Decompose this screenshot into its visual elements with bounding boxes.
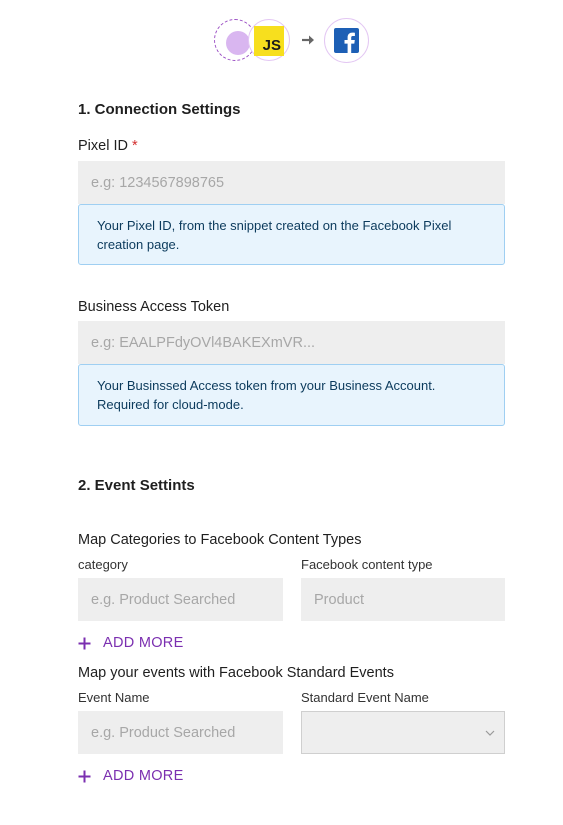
js-badge: JS xyxy=(254,26,284,56)
access-token-help: Your Businssed Access token from your Bu… xyxy=(78,364,505,426)
standard-event-column-label: Standard Event Name xyxy=(301,690,429,705)
plus-icon xyxy=(78,770,91,782)
facebook-icon xyxy=(334,28,359,53)
chevron-down-icon xyxy=(485,730,495,736)
event-name-input[interactable] xyxy=(78,711,283,754)
add-more-label: ADD MORE xyxy=(103,768,184,784)
category-input[interactable] xyxy=(78,578,283,621)
content-type-input[interactable] xyxy=(301,578,505,621)
category-column-label: category xyxy=(78,557,128,572)
event-map-heading: Map your events with Facebook Standard E… xyxy=(78,665,394,681)
event-settings-title: 2. Event Settints xyxy=(78,477,195,494)
event-name-column-label: Event Name xyxy=(78,690,150,705)
add-more-events-button[interactable]: ADD MORE xyxy=(78,768,184,784)
access-token-label: Business Access Token xyxy=(78,299,230,315)
pixel-id-label-text: Pixel ID xyxy=(78,138,128,154)
content-type-column-label: Facebook content type xyxy=(301,557,433,572)
pixel-id-help: Your Pixel ID, from the snippet created … xyxy=(78,204,505,265)
required-mark: * xyxy=(131,138,138,154)
pixel-id-input[interactable] xyxy=(78,161,505,204)
standard-event-select[interactable] xyxy=(301,711,505,754)
arrow-right-icon xyxy=(302,35,314,45)
add-more-categories-button[interactable]: ADD MORE xyxy=(78,635,184,651)
integration-header: JS xyxy=(212,18,372,66)
javascript-logo: JS xyxy=(248,19,290,61)
facebook-logo xyxy=(324,18,369,63)
access-token-input[interactable] xyxy=(78,321,505,364)
source-dot xyxy=(226,31,250,55)
plus-icon xyxy=(78,637,91,649)
add-more-label: ADD MORE xyxy=(103,635,184,651)
connection-settings-title: 1. Connection Settings xyxy=(78,101,241,118)
pixel-id-label: Pixel ID * xyxy=(78,138,138,154)
category-map-heading: Map Categories to Facebook Content Types xyxy=(78,532,362,548)
